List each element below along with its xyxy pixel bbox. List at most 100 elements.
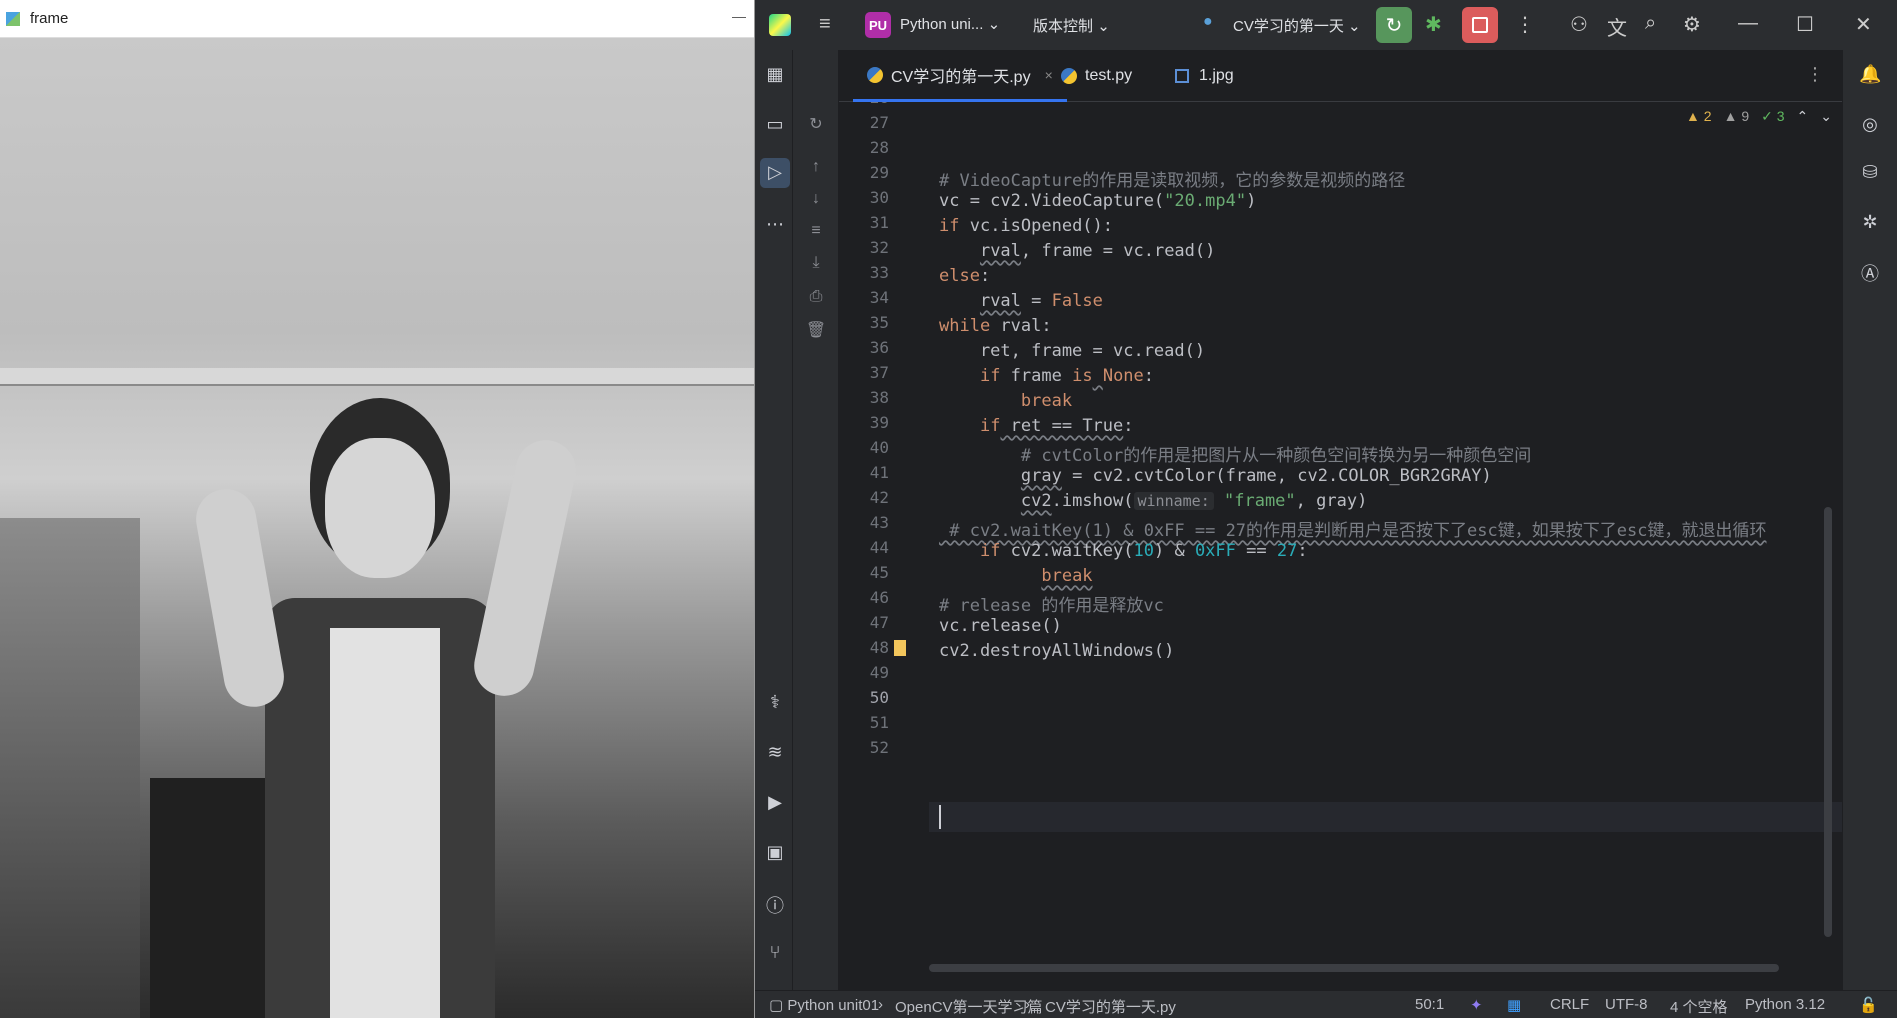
line-number: 35 (869, 313, 889, 332)
horizontal-scrollbar[interactable] (929, 964, 1779, 972)
soft-wrap-icon[interactable]: ≡ (805, 222, 827, 240)
left-tool-strip: ▦ ▭ ▷ ⋯ ⚕ ≋ ▶ ▣ ⓘ ⑂ (755, 50, 793, 990)
font-icon[interactable]: Ⓐ (1859, 260, 1881, 286)
tab-test-py[interactable]: test.py (1061, 50, 1132, 102)
database-icon[interactable]: ⛁ (1859, 162, 1881, 183)
code-editor[interactable]: 2627282930313233343536373839404142434445… (839, 102, 1842, 990)
line-number: 31 (869, 213, 889, 232)
rerun-small-icon[interactable]: ↻ (805, 114, 827, 134)
arrow-up-icon[interactable]: ↑ (805, 158, 827, 176)
indent-setting[interactable]: 4 个空格 (1670, 996, 1728, 1017)
line-number: 36 (869, 338, 889, 357)
main-toolbar: ≡ PU Python uni... ⌄ 版本控制 ⌄ CV学习的第一天 ⌄ ●… (755, 0, 1897, 50)
chevron-down-icon[interactable]: ⌄ (1820, 108, 1832, 125)
person-right-arm (468, 434, 582, 702)
translate-icon[interactable]: 文 (1607, 12, 1627, 41)
structure-icon[interactable]: ▦ (764, 64, 786, 86)
more-vertical-icon[interactable]: ⋮ (1806, 64, 1824, 85)
line-separator[interactable]: CRLF (1550, 996, 1589, 1013)
breadcrumb-folder[interactable]: OpenCV第一天学习篇 (895, 996, 1043, 1017)
more-tools-icon[interactable]: ⋯ (764, 214, 786, 236)
debug-button[interactable]: ✱ (1425, 12, 1442, 37)
git-branch-icon[interactable]: ⑂ (764, 942, 786, 964)
line-number: 27 (869, 113, 889, 132)
code-line-34: rval = False (979, 291, 1103, 311)
code-line-32: rval, frame = vc.read() (979, 241, 1216, 261)
video-person (191, 398, 582, 1018)
line-number: 34 (869, 288, 889, 307)
video-wall (0, 518, 140, 1018)
tab-label: CV学习的第一天.py (891, 68, 1031, 86)
main-menu-icon[interactable]: ≡ (819, 14, 839, 34)
vertical-scrollbar[interactable] (1824, 507, 1832, 937)
project-badge[interactable]: PU (865, 12, 891, 38)
bookmark-icon[interactable] (894, 640, 906, 656)
code-line-43: # cv2.waitKey(1) & 0xFF == 27的作用是判断用户是否按… (939, 521, 1767, 541)
python-interpreter[interactable]: Python 3.12 (1745, 996, 1825, 1013)
pycharm-logo-icon[interactable] (769, 14, 791, 36)
terminal-icon[interactable]: ▣ (764, 842, 786, 864)
run-toolstrip: ↻ ↑ ↓ ≡ ⤓ ⎙ 🗑 (793, 50, 839, 990)
breadcrumb-project[interactable]: ▢ Python unit01 (769, 996, 879, 1014)
breadcrumb-file[interactable]: CV学习的第一天.py (1045, 996, 1176, 1017)
project-folder-icon[interactable]: ▭ (764, 114, 786, 136)
run-config-selector[interactable]: CV学习的第一天 ⌄ (1233, 15, 1361, 36)
opencv-frame-window[interactable]: frame — (0, 0, 755, 1018)
tab-cv-day1[interactable]: CV学习的第一天.py × (853, 50, 1067, 102)
tab-1-jpg[interactable]: 1.jpg (1175, 50, 1234, 102)
warning-count-a: 2 (1703, 108, 1712, 124)
stop-icon (1472, 17, 1488, 33)
stop-button[interactable] (1462, 7, 1498, 43)
minimize-window-icon[interactable]: — (1738, 12, 1758, 35)
warning-count-b: 9 (1741, 108, 1750, 124)
windows-icon[interactable]: ▦ (1507, 996, 1521, 1014)
ai-status-icon[interactable]: ✦ (1470, 996, 1483, 1014)
rerun-icon: ↻ (1385, 14, 1403, 37)
line-number: 51 (869, 713, 889, 732)
cv-titlebar[interactable]: frame — (0, 0, 754, 38)
maximize-window-icon[interactable]: ☐ (1796, 12, 1814, 37)
code-line-33: else: (939, 266, 991, 286)
ai-assistant-icon[interactable]: ◎ (1859, 114, 1881, 135)
gear-icon[interactable]: ⚙ (1683, 12, 1701, 37)
grayscale-video-frame (0, 38, 754, 1018)
services-icon[interactable]: ▶ (764, 792, 786, 814)
rerun-button[interactable]: ↻ (1376, 7, 1412, 43)
python-console-icon[interactable]: ⚕ (764, 692, 786, 714)
project-selector[interactable]: Python uni... ⌄ (900, 15, 1000, 33)
packages-layers-icon[interactable]: ≋ (764, 742, 786, 764)
vcs-label: 版本控制 (1033, 18, 1094, 35)
scroll-to-end-icon[interactable]: ⤓ (805, 254, 827, 272)
line-number: 44 (869, 538, 889, 557)
close-tab-icon[interactable]: × (1045, 67, 1053, 83)
lock-icon[interactable]: 🔓 (1859, 996, 1878, 1014)
more-vertical-icon[interactable]: ⋮ (1515, 12, 1535, 37)
pycharm-window: ≡ PU Python uni... ⌄ 版本控制 ⌄ CV学习的第一天 ⌄ ●… (755, 0, 1897, 1018)
arrow-down-icon[interactable]: ↓ (805, 190, 827, 208)
window-app-icon (6, 11, 20, 26)
problems-icon[interactable]: ⓘ (764, 892, 786, 916)
line-number: 45 (869, 563, 889, 582)
add-user-icon[interactable]: ⚇ (1570, 12, 1588, 37)
file-encoding[interactable]: UTF-8 (1605, 996, 1648, 1013)
python-file-icon (1061, 68, 1077, 84)
vcs-menu[interactable]: 版本控制 ⌄ (1033, 15, 1110, 36)
cursor-position[interactable]: 50:1 (1415, 996, 1444, 1013)
run-tool-icon[interactable]: ▷ (760, 158, 790, 188)
code-line-31: if vc.isOpened(): (939, 216, 1114, 236)
notifications-bell-icon[interactable]: 🔔 (1859, 64, 1881, 85)
print-icon[interactable]: ⎙ (805, 288, 827, 306)
plugin-icon[interactable]: ✲ (1859, 212, 1881, 233)
ok-count: 3 (1776, 108, 1785, 124)
chevron-up-icon[interactable]: ⌃ (1797, 108, 1809, 125)
inspection-widget[interactable]: ▲ 2 ▲ 9 ✓ 3 ⌃ ⌄ (1686, 108, 1832, 125)
minimize-button[interactable]: — (732, 8, 746, 24)
search-icon[interactable]: ⌕ (1645, 12, 1656, 35)
code-line-35: while rval: (939, 316, 1052, 336)
close-window-icon[interactable]: ✕ (1855, 12, 1872, 37)
line-number: 37 (869, 363, 889, 382)
right-tool-strip: 🔔 ◎ ⛁ ✲ Ⓐ (1842, 50, 1897, 990)
weak-warning-icon: ▲ 9 (1723, 108, 1750, 124)
trash-icon[interactable]: 🗑 (805, 320, 827, 340)
line-number: 39 (869, 413, 889, 432)
